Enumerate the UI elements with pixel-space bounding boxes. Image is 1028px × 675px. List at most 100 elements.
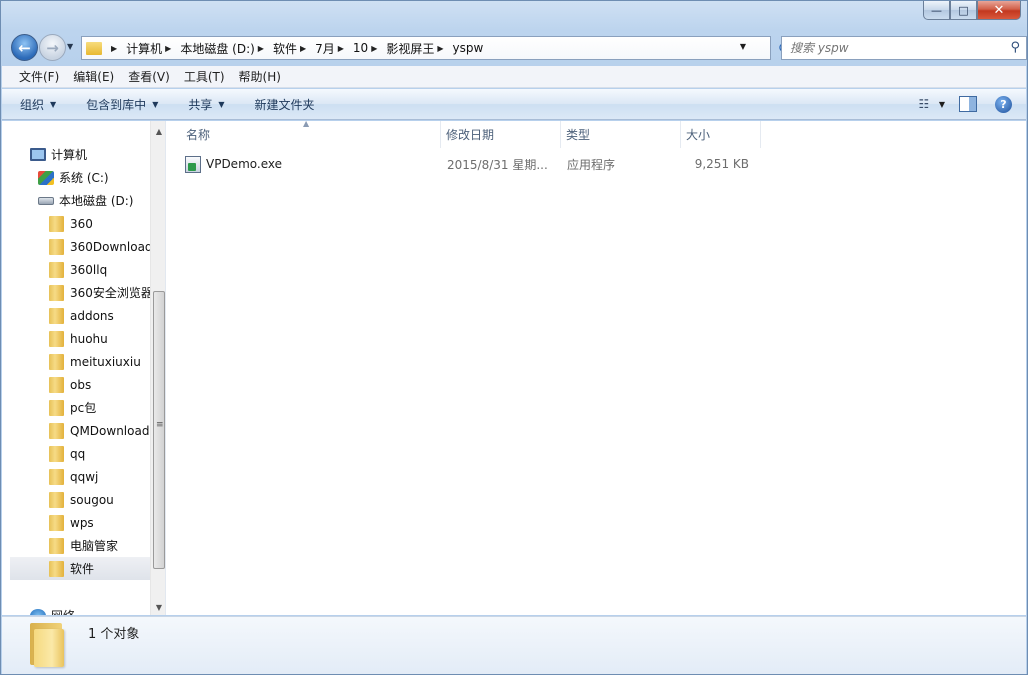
- search-icon[interactable]: ⚲: [1010, 40, 1020, 55]
- breadcrumb-yspw[interactable]: ▶ yspw: [434, 41, 483, 55]
- breadcrumb-arrow-icon[interactable]: ▶: [437, 44, 443, 53]
- tree-item-folder[interactable]: QMDownload: [2, 419, 150, 442]
- tree-item-folder[interactable]: obs: [2, 373, 150, 396]
- column-header-name[interactable]: 名称 ▲: [181, 119, 441, 148]
- tree-item-folder[interactable]: 360安全浏览器: [2, 281, 150, 304]
- tree-item-folder[interactable]: meituxiuxiu: [2, 350, 150, 373]
- search-input[interactable]: [790, 41, 990, 55]
- tree-item-label: 360安全浏览器: [70, 286, 150, 300]
- drive-icon: [38, 196, 54, 205]
- scroll-up-icon[interactable]: ▲: [151, 123, 165, 139]
- forward-arrow-icon: →: [46, 38, 59, 57]
- tree-item-folder[interactable]: pc包: [2, 396, 150, 419]
- column-header-size[interactable]: 大小: [681, 121, 761, 148]
- address-dropdown-icon[interactable]: ▼: [740, 42, 746, 51]
- breadcrumb-arrow-icon[interactable]: ▶: [258, 44, 264, 53]
- breadcrumb-arrow-icon[interactable]: ▶: [300, 44, 306, 53]
- menu-file[interactable]: 文件(F): [12, 68, 66, 85]
- back-arrow-icon: ←: [18, 38, 31, 57]
- scrollbar-thumb[interactable]: ≡: [153, 291, 165, 569]
- view-options-dropdown[interactable]: ▼: [939, 100, 945, 109]
- maximize-button[interactable]: □: [950, 1, 977, 20]
- breadcrumb-arrow-icon[interactable]: ▶: [111, 44, 117, 53]
- caption-buttons: — □ ✕: [923, 1, 1021, 20]
- column-header-label: 名称: [186, 128, 211, 142]
- tree-item-label: huohu: [70, 331, 108, 346]
- folder-icon: [49, 514, 64, 531]
- tree-item-computer[interactable]: 计算机: [2, 143, 150, 166]
- search-box[interactable]: ⚲: [781, 36, 1027, 60]
- tree-item-label: 系统 (C:): [59, 171, 109, 185]
- folder-icon: [49, 376, 64, 393]
- tree-item-folder[interactable]: sougou: [2, 488, 150, 511]
- folder-icon: [49, 560, 64, 577]
- tree-item-label: meituxiuxiu: [70, 354, 141, 369]
- breadcrumb-arrow-icon[interactable]: ▶: [338, 44, 344, 53]
- breadcrumb-software[interactable]: ▶ 软件: [255, 40, 297, 57]
- tree-item-folder[interactable]: huohu: [2, 327, 150, 350]
- change-view-icon[interactable]: ☷: [909, 94, 939, 114]
- tree-item-folder[interactable]: qq: [2, 442, 150, 465]
- breadcrumb-computer[interactable]: ▶ 计算机: [108, 40, 162, 57]
- view-controls: ☷ ▼ ?: [909, 94, 1012, 114]
- menu-tools[interactable]: 工具(T): [177, 68, 232, 85]
- navigation-pane: 计算机 系统 (C:) 本地磁盘 (D:) 360 360Download 36…: [2, 121, 166, 615]
- breadcrumb-july[interactable]: ▶ 7月: [297, 40, 335, 57]
- menu-help[interactable]: 帮助(H): [232, 68, 288, 85]
- tree-item-label: pc包: [70, 401, 97, 415]
- breadcrumb-yingshipingwang[interactable]: ▶ 影视屏王: [368, 40, 434, 57]
- tree-item-network[interactable]: 网络: [30, 607, 75, 615]
- chevron-down-icon: ▼: [152, 99, 159, 109]
- help-icon[interactable]: ?: [995, 95, 1012, 113]
- scroll-down-icon[interactable]: ▼: [151, 599, 165, 615]
- breadcrumb-10[interactable]: ▶ 10: [335, 41, 368, 55]
- tree-item-folder[interactable]: 360Download: [2, 235, 150, 258]
- address-bar[interactable]: ▶ 计算机 ▶ 本地磁盘 (D:) ▶ 软件 ▶ 7月 ▶ 10 ▶ 影视屏王 ▶ yspw …: [81, 36, 791, 60]
- file-list-pane: 名称 ▲ 修改日期 类型 大小 VPDemo.exe 2015/8/31 星期..…: [167, 119, 1026, 615]
- organize-button[interactable]: 组织 ▼: [20, 96, 56, 113]
- menu-view[interactable]: 查看(V): [121, 68, 177, 85]
- tree-item-folder[interactable]: 电脑管家: [2, 534, 150, 557]
- breadcrumb-drive-d[interactable]: ▶ 本地磁盘 (D:): [162, 40, 255, 57]
- tree-item-drive-c[interactable]: 系统 (C:): [2, 166, 150, 189]
- new-folder-button[interactable]: 新建文件夹: [255, 96, 315, 113]
- tree-item-folder[interactable]: 360: [2, 212, 150, 235]
- recent-pages-dropdown[interactable]: ▼: [67, 42, 73, 51]
- include-in-library-button[interactable]: 包含到库中 ▼: [86, 96, 158, 113]
- column-header-label: 类型: [566, 128, 591, 142]
- tree-item-label: 本地磁盘 (D:): [59, 194, 134, 208]
- column-header-date[interactable]: 修改日期: [441, 121, 561, 148]
- computer-icon: [30, 148, 46, 161]
- tree-item-selected-folder[interactable]: 软件: [10, 557, 150, 580]
- tree-item-label: 计算机: [51, 148, 88, 162]
- back-button[interactable]: ←: [11, 34, 38, 61]
- forward-button[interactable]: →: [39, 34, 66, 61]
- minimize-button[interactable]: —: [923, 1, 950, 20]
- folder-icon: [49, 445, 64, 462]
- chevron-down-icon: ▼: [218, 99, 225, 109]
- close-button[interactable]: ✕: [977, 1, 1021, 20]
- content-area: 计算机 系统 (C:) 本地磁盘 (D:) 360 360Download 36…: [2, 119, 1026, 615]
- menu-edit[interactable]: 编辑(E): [66, 68, 121, 85]
- share-button[interactable]: 共享 ▼: [188, 96, 224, 113]
- folder-icon: [30, 623, 64, 667]
- share-label: 共享: [188, 97, 213, 112]
- column-headers: 名称 ▲ 修改日期 类型 大小: [181, 119, 761, 148]
- breadcrumb-arrow-icon[interactable]: ▶: [371, 44, 377, 53]
- tree-item-folder[interactable]: wps: [2, 511, 150, 534]
- organize-label: 组织: [20, 97, 45, 112]
- network-icon: [30, 608, 46, 615]
- folder-icon: [49, 422, 64, 439]
- breadcrumb-arrow-icon[interactable]: ▶: [165, 44, 171, 53]
- navigation-scrollbar[interactable]: ▲ ≡ ▼: [150, 121, 165, 615]
- tree-item-folder[interactable]: 360llq: [2, 258, 150, 281]
- breadcrumb-label: 10: [352, 41, 369, 55]
- tree-item-folder[interactable]: addons: [2, 304, 150, 327]
- tree-item-folder[interactable]: qqwj: [2, 465, 150, 488]
- column-header-type[interactable]: 类型: [561, 121, 681, 148]
- file-row[interactable]: VPDemo.exe 2015/8/31 星期... 应用程序 9,251 KB: [185, 153, 749, 175]
- chevron-down-icon: ▼: [50, 99, 57, 109]
- tree-item-drive-d[interactable]: 本地磁盘 (D:): [2, 189, 150, 212]
- preview-pane-icon[interactable]: [959, 96, 977, 112]
- folder-icon: [49, 491, 64, 508]
